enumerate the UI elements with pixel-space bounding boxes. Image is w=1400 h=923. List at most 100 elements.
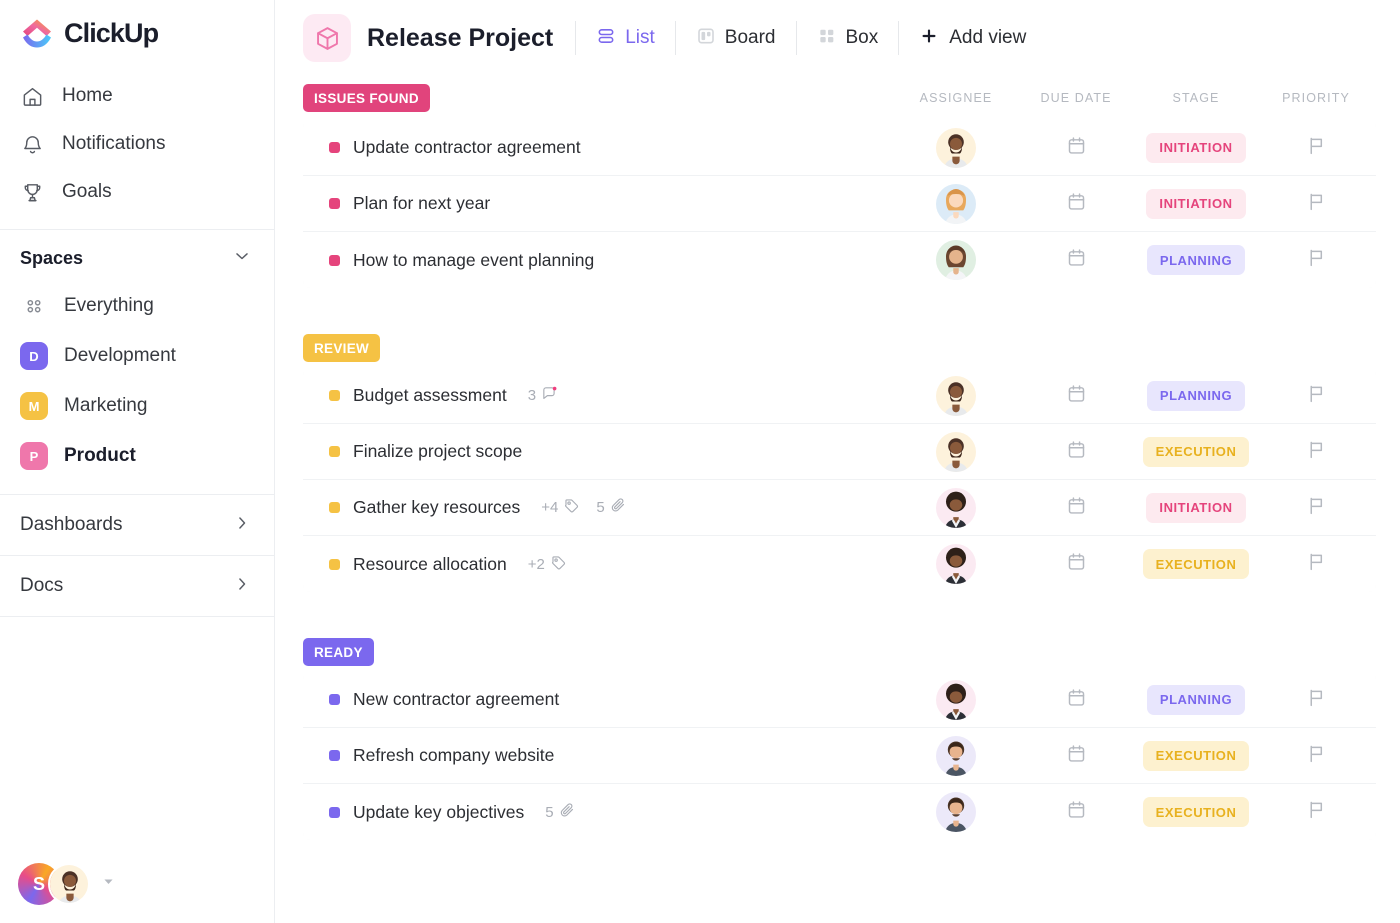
sidebar-item-goals[interactable]: Goals <box>0 168 274 216</box>
due-date-cell[interactable] <box>1016 247 1136 273</box>
assignee-cell[interactable] <box>896 680 1016 720</box>
priority-cell[interactable] <box>1256 687 1376 713</box>
attachment-count-group[interactable]: 5 <box>545 802 575 823</box>
table-row[interactable]: Update contractor agreement <box>303 120 1376 176</box>
table-row[interactable]: New contractor agreement <box>303 672 1376 728</box>
spaces-list: Everything D Development M Marketing P P… <box>0 281 274 481</box>
sidebar-item-everything[interactable]: Everything <box>0 281 274 331</box>
due-date-cell[interactable] <box>1016 495 1136 521</box>
calendar-icon <box>1066 247 1087 273</box>
group-tag[interactable]: ISSUES FOUND <box>303 84 430 112</box>
group-tag[interactable]: READY <box>303 638 374 666</box>
assignee-cell[interactable] <box>896 488 1016 528</box>
sidebar-item-product[interactable]: P Product <box>0 431 274 481</box>
priority-cell[interactable] <box>1256 383 1376 409</box>
column-header-priority: PRIORITY <box>1256 91 1376 105</box>
tag-count-group[interactable]: +2 <box>528 554 567 575</box>
due-date-cell[interactable] <box>1016 135 1136 161</box>
priority-cell[interactable] <box>1256 191 1376 217</box>
assignee-cell[interactable] <box>896 432 1016 472</box>
tab-list[interactable]: List <box>576 15 675 61</box>
tab-label: Board <box>725 27 776 49</box>
table-row[interactable]: Refresh company website <box>303 728 1376 784</box>
stage-cell[interactable]: PLANNING <box>1136 381 1256 411</box>
assignee-cell[interactable] <box>896 376 1016 416</box>
column-header-due-date: DUE DATE <box>1016 91 1136 105</box>
table-row[interactable]: Budget assessment 3 <box>303 368 1376 424</box>
table-row[interactable]: Finalize project scope <box>303 424 1376 480</box>
due-date-cell[interactable] <box>1016 191 1136 217</box>
stage-cell[interactable]: EXECUTION <box>1136 437 1256 467</box>
table-row[interactable]: Plan for next year <box>303 176 1376 232</box>
assignee-cell[interactable] <box>896 792 1016 832</box>
avatar <box>936 240 976 280</box>
assignee-cell[interactable] <box>896 544 1016 584</box>
calendar-icon <box>1066 439 1087 465</box>
avatar <box>936 544 976 584</box>
due-date-cell[interactable] <box>1016 551 1136 577</box>
group-tag[interactable]: REVIEW <box>303 334 380 362</box>
sidebar-item-notifications[interactable]: Notifications <box>0 120 274 168</box>
stage-cell[interactable]: PLANNING <box>1136 245 1256 275</box>
table-row[interactable]: Resource allocation +2 <box>303 536 1376 592</box>
board-view-icon <box>696 26 716 51</box>
flag-icon <box>1306 247 1327 273</box>
due-date-cell[interactable] <box>1016 799 1136 825</box>
user-avatar[interactable] <box>48 863 90 905</box>
sidebar-item-docs[interactable]: Docs <box>0 556 274 616</box>
priority-cell[interactable] <box>1256 551 1376 577</box>
task-rows: Budget assessment 3 <box>303 368 1376 592</box>
task-name: Update contractor agreement <box>353 137 581 158</box>
stage-cell[interactable]: EXECUTION <box>1136 549 1256 579</box>
assignee-cell[interactable] <box>896 736 1016 776</box>
table-row[interactable]: Update key objectives 5 <box>303 784 1376 840</box>
tab-box[interactable]: Box <box>797 15 899 61</box>
stage-cell[interactable]: INITIATION <box>1136 189 1256 219</box>
assignee-cell[interactable] <box>896 240 1016 280</box>
priority-cell[interactable] <box>1256 135 1376 161</box>
sidebar-item-home[interactable]: Home <box>0 72 274 120</box>
table-row[interactable]: Gather key resources +4 5 <box>303 480 1376 536</box>
task-rows: New contractor agreement <box>303 672 1376 840</box>
stage-cell[interactable]: PLANNING <box>1136 685 1256 715</box>
due-date-cell[interactable] <box>1016 743 1136 769</box>
due-date-cell[interactable] <box>1016 439 1136 465</box>
group-header-row: ISSUES FOUND ASSIGNEE DUE DATE STAGE PRI… <box>303 76 1376 120</box>
due-date-cell[interactable] <box>1016 383 1136 409</box>
status-dot <box>329 750 340 761</box>
priority-cell[interactable] <box>1256 495 1376 521</box>
stage-cell[interactable]: INITIATION <box>1136 493 1256 523</box>
priority-cell[interactable] <box>1256 743 1376 769</box>
priority-cell[interactable] <box>1256 247 1376 273</box>
column-header-stage: STAGE <box>1136 91 1256 105</box>
sidebar-item-dashboards[interactable]: Dashboards <box>0 495 274 555</box>
stage-cell[interactable]: INITIATION <box>1136 133 1256 163</box>
sidebar-item-development[interactable]: D Development <box>0 331 274 381</box>
tab-board[interactable]: Board <box>676 15 796 61</box>
task-name: Refresh company website <box>353 745 554 766</box>
stage-cell[interactable]: EXECUTION <box>1136 797 1256 827</box>
brand-logo[interactable]: ClickUp <box>0 0 274 68</box>
add-view-button[interactable]: Add view <box>899 26 1026 51</box>
avatar-stack[interactable]: S <box>18 863 115 905</box>
priority-cell[interactable] <box>1256 439 1376 465</box>
table-row[interactable]: How to manage event planning <box>303 232 1376 288</box>
attachment-count-group[interactable]: 5 <box>596 497 626 518</box>
tag-count: +4 <box>541 499 558 516</box>
avatar <box>936 736 976 776</box>
priority-cell[interactable] <box>1256 799 1376 825</box>
stage-cell[interactable]: EXECUTION <box>1136 741 1256 771</box>
assignee-cell[interactable] <box>896 184 1016 224</box>
due-date-cell[interactable] <box>1016 687 1136 713</box>
comment-count-group[interactable]: 3 <box>528 385 558 406</box>
assignee-cell[interactable] <box>896 128 1016 168</box>
flag-icon <box>1306 799 1327 825</box>
chevron-right-icon[interactable] <box>232 574 252 599</box>
caret-down-icon[interactable] <box>102 875 115 893</box>
sidebar-item-marketing[interactable]: M Marketing <box>0 381 274 431</box>
chevron-right-icon[interactable] <box>232 513 252 538</box>
chevron-down-icon[interactable] <box>232 246 252 271</box>
task-main: New contractor agreement <box>303 689 896 710</box>
tag-count-group[interactable]: +4 <box>541 497 580 518</box>
spaces-header[interactable]: Spaces <box>0 230 274 281</box>
